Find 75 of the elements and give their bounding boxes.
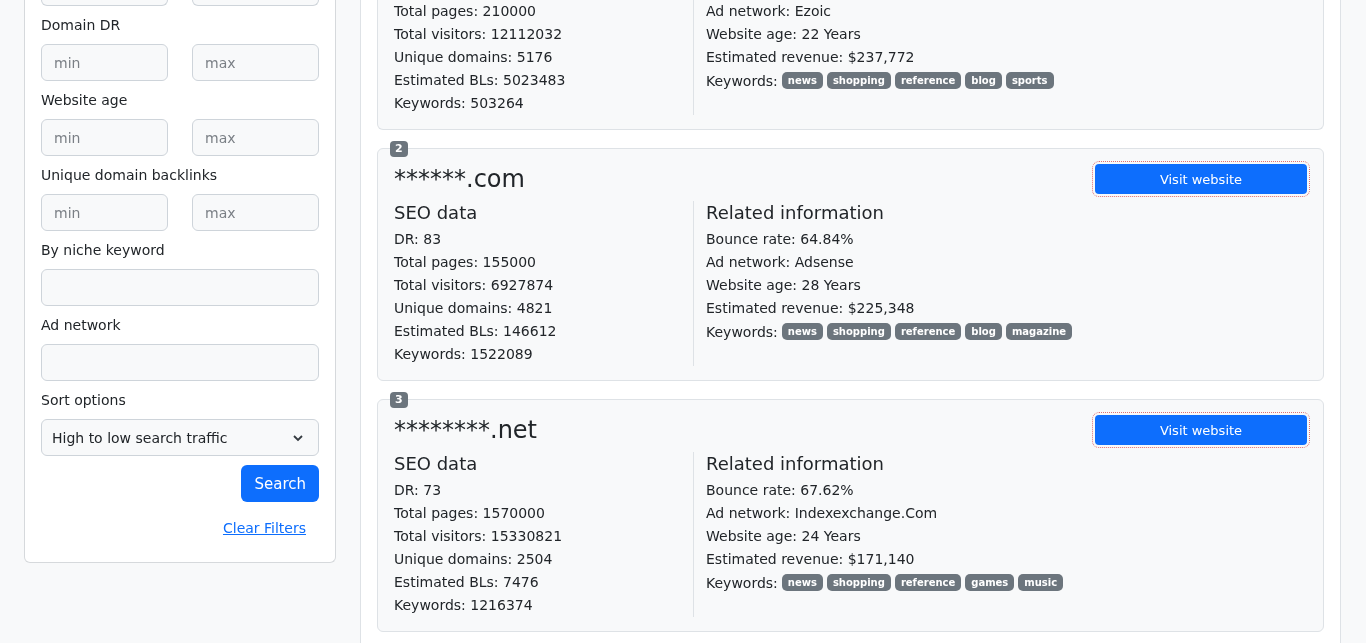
keywords-label: Keywords: [706,72,778,89]
input-field[interactable] [41,344,319,381]
search-button[interactable]: Search [241,465,319,502]
input-field[interactable] [41,0,168,6]
section-heading: Related information [706,452,885,476]
visit-website-button[interactable]: Visit website [1095,164,1307,194]
keyword-tag: shopping [826,323,891,340]
rank-badge: 2 [390,141,408,157]
seo-stat: Keywords: 1522089 [394,345,534,364]
keyword-tag: shopping [826,574,891,591]
input-field[interactable] [41,269,319,306]
filter-label: Unique domain backlinks [41,166,219,184]
seo-stat: Estimated BLs: 5023483 [394,71,567,90]
section-heading: SEO data [394,201,479,225]
seo-stat: DR: 73 [394,481,443,500]
seo-stat: DR: 83 [394,230,443,249]
related-stat: Estimated revenue: $237,772 [706,48,916,67]
keyword-tag: shopping [826,72,891,89]
keyword-tag: music [1018,574,1064,591]
seo-stat: Total pages: 155000 [394,253,538,272]
related-stat: Website age: 28 Years [706,276,862,295]
seo-stat: Estimated BLs: 7476 [394,573,540,592]
max-field[interactable]: max [192,194,319,231]
seo-stat: Keywords: 1216374 [394,596,534,615]
max-field[interactable]: max [192,44,319,81]
seo-stat: Keywords: 503264 [394,94,525,113]
max-field[interactable]: max [192,119,319,156]
filter-label: By niche keyword [41,241,166,259]
filter-label: Domain DR [41,16,122,34]
seo-stat: Total visitors: 15330821 [394,527,564,546]
visit-website-button[interactable]: Visit website [1095,415,1307,445]
seo-stat: Total pages: 210000 [394,2,538,21]
keyword-tag: reference [894,72,962,89]
filter-label: Website age [41,91,129,109]
keyword-tag: sports [1005,72,1054,89]
domain-name: ******.com [394,164,525,195]
related-stat: Ad network: Ezoic [706,2,833,21]
section-heading: Related information [706,201,885,225]
keyword-tag: blog [965,72,1002,89]
keywords-label: Keywords: [706,323,778,340]
keyword-tag: news [781,72,823,89]
section-heading: SEO data [394,452,479,476]
min-field[interactable]: min [41,44,168,81]
keywords-label: Keywords: [706,574,778,591]
rank-badge: 3 [390,392,408,408]
min-field[interactable]: min [41,119,168,156]
sort-select[interactable]: High to low search traffic [41,419,319,456]
keyword-tag: magazine [1005,323,1073,340]
keyword-tag: blog [965,323,1002,340]
keyword-tag: reference [894,323,962,340]
seo-stat: Total pages: 1570000 [394,504,546,523]
seo-stat: Unique domains: 4821 [394,299,554,318]
related-stat: Bounce rate: 64.84% [706,230,855,249]
related-stat: Website age: 22 Years [706,25,862,44]
related-stat: Bounce rate: 67.62% [706,481,855,500]
min-field[interactable]: min [41,194,168,231]
related-stat: Website age: 24 Years [706,527,862,546]
related-stat: Ad network: Indexexchange.Com [706,504,939,523]
related-stat: Estimated revenue: $171,140 [706,550,916,569]
filter-label: Ad network [41,316,122,334]
keyword-tag: news [781,323,823,340]
keyword-tag: games [965,574,1015,591]
seo-stat: Total visitors: 6927874 [394,276,555,295]
keyword-tag: reference [894,574,962,591]
seo-stat: Unique domains: 2504 [394,550,554,569]
related-stat: Ad network: Adsense [706,253,855,272]
input-field[interactable] [192,0,319,6]
seo-stat: Unique domains: 5176 [394,48,554,67]
filter-label: Sort options [41,391,127,409]
keyword-tag: news [781,574,823,591]
related-stat: Estimated revenue: $225,348 [706,299,916,318]
seo-stat: Total visitors: 12112032 [394,25,564,44]
seo-stat: Estimated BLs: 146612 [394,322,558,341]
clear-filters-link[interactable]: Clear Filters [222,520,306,536]
domain-name: ********.net [394,415,537,446]
